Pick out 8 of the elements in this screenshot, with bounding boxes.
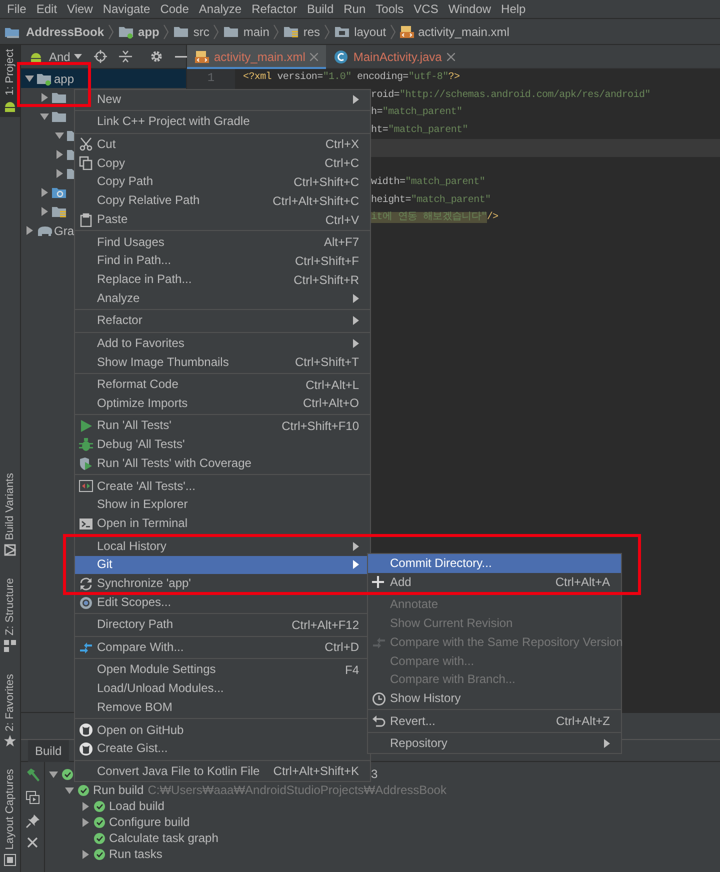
code-line: roid="http://schemas.android.com/apk/res/android"	[371, 88, 650, 102]
code-line: width="match_parent"	[371, 176, 486, 190]
code-line: height="match_parent"	[371, 194, 491, 207]
code-line: <?xml version="1.0" encoding="utf-8"?>	[243, 71, 460, 84]
code-line: ht="match_parent"	[371, 124, 468, 137]
code-line: it에 연동 해보겠습니다"/>	[371, 211, 498, 224]
code-line: h="match_parent"	[371, 106, 462, 120]
build-path: C:₩Users₩aaa₩AndroidStudioProjects₩AddressBook	[148, 782, 446, 799]
